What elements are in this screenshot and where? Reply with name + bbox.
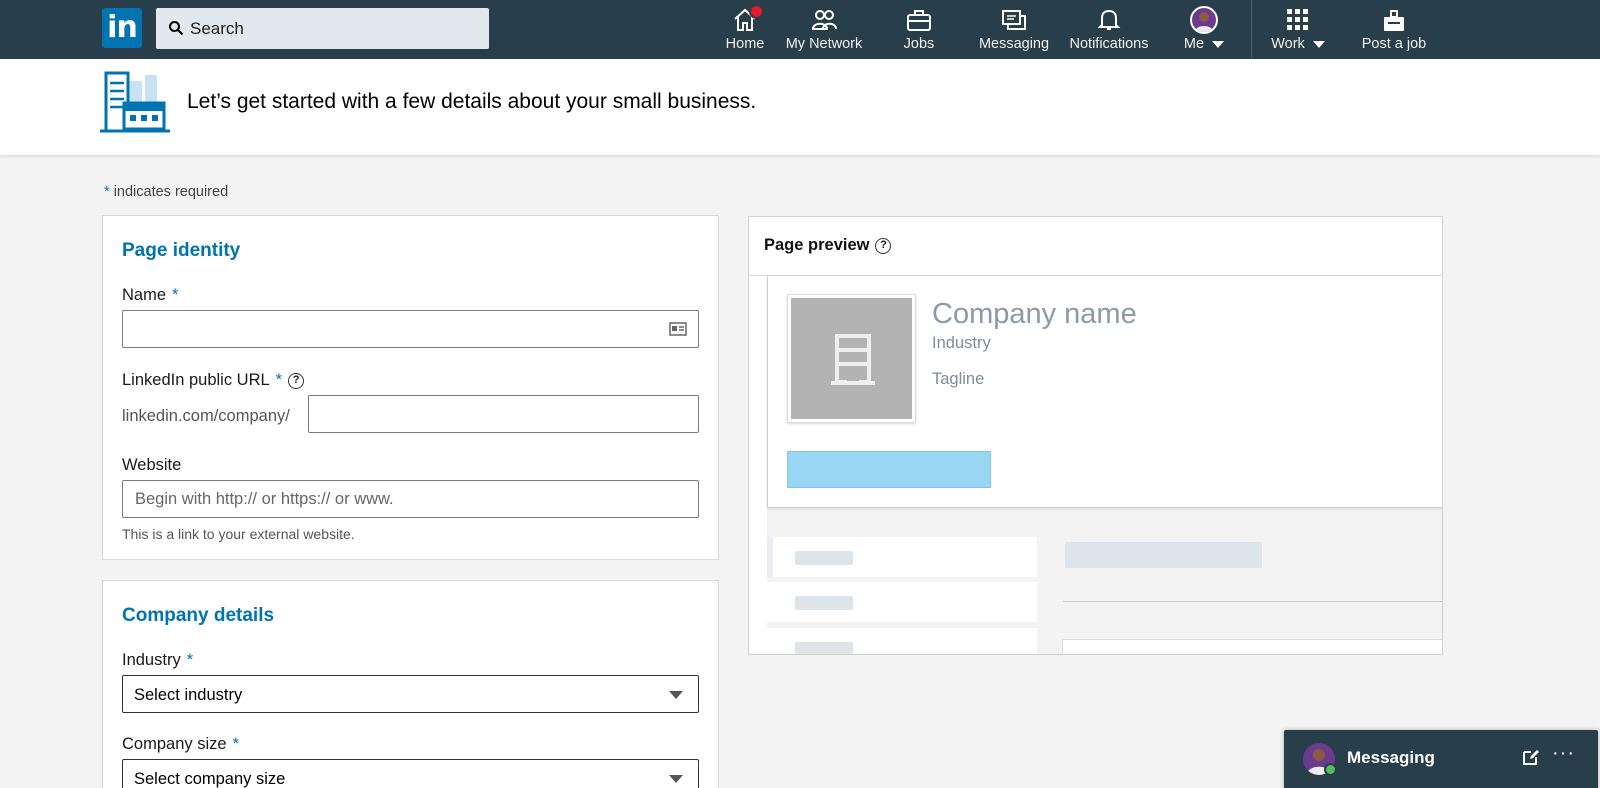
preview-company-card: Company name Industry Tagline — [767, 276, 1442, 508]
nav-messaging[interactable]: Messaging — [975, 6, 1053, 56]
dropdown-arrow-icon — [669, 691, 683, 699]
nav-divider — [1251, 0, 1252, 59]
required-star: * — [172, 286, 179, 304]
skeleton-bar — [795, 551, 853, 565]
url-input[interactable] — [308, 395, 699, 433]
building-illustration — [100, 71, 170, 133]
preview-industry: Industry — [932, 334, 991, 352]
page-preview-title: Page preview? — [764, 236, 892, 255]
nav-work-label: Work — [1271, 36, 1305, 52]
nav-post-a-job-label: Post a job — [1361, 36, 1427, 52]
network-icon — [810, 6, 838, 34]
grid-icon — [1284, 6, 1312, 34]
company-size-select[interactable]: Select company size — [122, 759, 699, 788]
bell-icon — [1095, 6, 1123, 34]
banner-heading: Let’s get started with a few details abo… — [187, 90, 757, 113]
notification-badge — [749, 4, 764, 19]
skeleton-bar — [795, 596, 853, 610]
nav-home-label: Home — [725, 36, 765, 52]
company-logo-placeholder — [787, 294, 916, 423]
industry-select-value: Select industry — [134, 686, 243, 704]
company-size-label-text: Company size — [122, 735, 227, 753]
required-note-text: indicates required — [113, 184, 229, 200]
name-input[interactable] — [122, 310, 699, 348]
help-icon[interactable]: ? — [288, 372, 305, 389]
url-label: LinkedIn public URL *? — [122, 371, 305, 390]
skeleton-divider — [1063, 601, 1442, 602]
industry-label-text: Industry — [122, 651, 181, 669]
search-icon — [169, 21, 184, 36]
nav-me-label: Me — [1183, 36, 1205, 52]
url-label-text: LinkedIn public URL — [122, 371, 270, 389]
compose-icon[interactable] — [1522, 748, 1540, 766]
company-details-card: Company details Industry * Select industr… — [102, 580, 719, 788]
home-icon — [731, 4, 764, 34]
avatar — [1190, 6, 1218, 34]
more-options-icon[interactable]: ··· — [1552, 742, 1575, 765]
preview-tagline: Tagline — [932, 370, 985, 388]
chevron-down-icon — [1312, 40, 1325, 48]
nav-post-a-job[interactable]: Post a job — [1357, 6, 1431, 56]
chat-icon — [1000, 6, 1028, 34]
nav-notifications[interactable]: Notifications — [1064, 6, 1154, 56]
name-label: Name * — [122, 286, 178, 305]
page-preview-header: Page preview? — [749, 217, 1442, 276]
linkedin-logo[interactable]: in — [102, 8, 142, 48]
required-star: * — [186, 651, 194, 669]
preview-body: Company name Industry Tagline — [767, 276, 1442, 654]
url-prefix: linkedin.com/company/ — [122, 407, 290, 425]
page-identity-title: Page identity — [122, 240, 241, 261]
contact-card-icon — [669, 322, 687, 336]
required-star: * — [104, 184, 110, 200]
dropdown-arrow-icon — [669, 775, 683, 783]
industry-label: Industry * — [122, 651, 193, 670]
page-preview-title-text: Page preview — [764, 236, 870, 254]
search-input[interactable] — [190, 8, 480, 49]
header-banner: Let’s get started with a few details abo… — [0, 59, 1600, 155]
website-label: Website — [122, 456, 182, 474]
skeleton-box — [1062, 639, 1442, 654]
nav-my-network[interactable]: My Network — [783, 6, 865, 56]
required-note: * indicates required — [104, 184, 228, 200]
nav-messaging-label: Messaging — [978, 36, 1050, 52]
building-icon — [831, 334, 875, 385]
page-preview-panel: Page preview? Company name Industry Tagl… — [748, 216, 1443, 655]
website-hint: This is a link to your external website. — [122, 526, 355, 542]
chevron-down-icon — [1212, 40, 1225, 48]
help-icon[interactable]: ? — [875, 237, 892, 254]
briefcase-icon — [905, 6, 933, 34]
nav-me[interactable]: Me — [1174, 6, 1234, 56]
name-label-text: Name — [122, 286, 167, 304]
preview-company-name: Company name — [932, 298, 1137, 330]
required-star: * — [232, 735, 239, 753]
page-identity-card: Page identity Name * LinkedIn public URL *… — [102, 215, 719, 560]
messaging-label: Messaging — [1347, 748, 1435, 767]
online-status-dot — [1324, 763, 1337, 776]
company-details-title: Company details — [122, 605, 275, 626]
messaging-dock[interactable]: Messaging ··· — [1284, 730, 1598, 788]
company-size-select-value: Select company size — [134, 770, 286, 788]
post-job-icon — [1380, 6, 1408, 34]
nav-jobs-label: Jobs — [903, 36, 935, 52]
website-input[interactable] — [122, 480, 699, 518]
skeleton-bar — [795, 642, 853, 654]
required-star: * — [275, 371, 283, 389]
nav-notifications-label: Notifications — [1069, 36, 1149, 52]
nav-work[interactable]: Work — [1265, 6, 1331, 56]
company-size-label: Company size * — [122, 735, 239, 754]
nav-home[interactable]: Home — [714, 4, 776, 56]
industry-select[interactable]: Select industry — [122, 675, 699, 713]
skeleton-heading — [1065, 542, 1262, 568]
nav-my-network-label: My Network — [785, 36, 863, 52]
preview-follow-button — [787, 451, 991, 488]
nav-jobs[interactable]: Jobs — [895, 6, 943, 56]
search-box[interactable] — [156, 8, 489, 49]
top-nav: in Home My Network Jobs Messaging — [0, 0, 1600, 59]
